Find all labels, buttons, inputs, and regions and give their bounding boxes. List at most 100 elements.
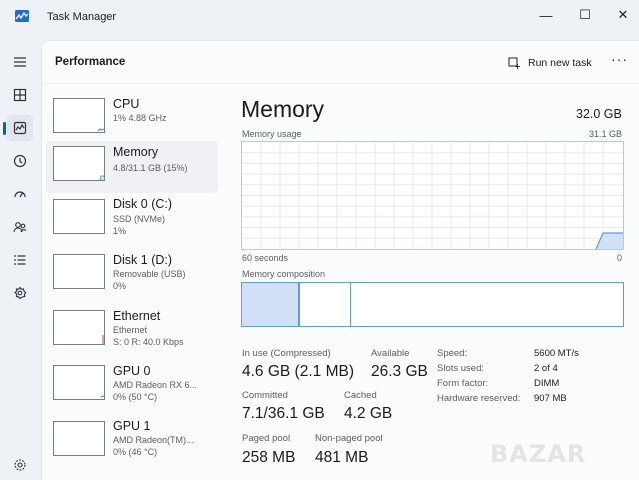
sidebar-item-disk-1[interactable]: Disk 1 (D:) Removable (USB) 0%	[46, 248, 218, 300]
committed-label: Committed	[242, 390, 288, 401]
sidebar-item-detail: Ethernet	[113, 325, 148, 335]
title-bar: Task Manager — ☐ ✕	[0, 0, 639, 38]
nav-services[interactable]	[7, 280, 33, 306]
available-label: Available	[371, 348, 410, 359]
services-icon	[14, 286, 27, 300]
window-title: Task Manager	[47, 11, 117, 23]
memory-usage-max: 31.1 GB	[589, 129, 623, 139]
speed-value: 5600 MT/s	[534, 348, 579, 359]
users-icon	[13, 222, 27, 233]
watermark-logo: BAZAR	[490, 440, 587, 468]
startup-icon	[14, 191, 26, 198]
sidebar-item-detail: AMD Radeon(TM)...	[113, 435, 194, 445]
sidebar-item-gpu-0[interactable]: GPU 0 AMD Radeon RX 6... 0% (50 °C)	[46, 359, 218, 411]
memory-usage-graph-canvas	[242, 142, 623, 250]
nav-settings[interactable]	[7, 452, 33, 478]
available-value: 26.3 GB	[371, 363, 428, 380]
sidebar-item-detail: 0% (46 °C)	[113, 447, 158, 457]
sidebar-item-label: Ethernet	[113, 309, 161, 323]
nav-users[interactable]	[7, 214, 33, 240]
app-history-icon	[13, 154, 27, 168]
in-use-label: In use (Compressed)	[242, 348, 331, 359]
composition-in-use	[242, 283, 300, 326]
gpu0-thumbnail-graph	[53, 365, 105, 400]
sidebar-item-detail: 0%	[113, 281, 127, 291]
paged-pool-value: 258 MB	[242, 449, 296, 466]
close-button[interactable]: ✕	[600, 0, 639, 30]
disk1-thumbnail-graph	[53, 254, 105, 289]
sidebar-item-detail: 0% (50 °C)	[113, 392, 158, 402]
nav-details[interactable]	[7, 247, 33, 273]
maximize-icon: ☐	[579, 7, 591, 22]
sidebar-item-memory[interactable]: Memory 4.8/31.1 GB (15%)	[46, 141, 218, 193]
sidebar-item-detail: Removable (USB)	[113, 269, 186, 279]
non-paged-pool-value: 481 MB	[315, 449, 369, 466]
run-task-icon	[508, 56, 520, 69]
sidebar-item-detail: 1%	[113, 226, 127, 236]
non-paged-pool-label: Non-paged pool	[315, 433, 383, 444]
composition-free	[352, 283, 623, 326]
sidebar-item-detail: 1% 4.88 GHz	[113, 113, 167, 123]
sidebar-item-label: Disk 1 (D:)	[113, 253, 173, 267]
sidebar-item-gpu-1[interactable]: GPU 1 AMD Radeon(TM)... 0% (46 °C)	[46, 415, 218, 467]
graph-time-left: 60 seconds	[242, 253, 289, 263]
settings-icon	[14, 459, 26, 471]
in-use-value: 4.6 GB (2.1 MB)	[242, 363, 354, 380]
form-factor-label: Form factor:	[437, 378, 489, 389]
ethernet-thumbnail-graph	[53, 310, 105, 345]
sidebar-item-detail: 4.8/31.1 GB (15%)	[113, 163, 188, 173]
slots-used-value: 2 of 4	[534, 363, 558, 374]
navigation-rail	[0, 40, 40, 480]
hamburger-menu-button[interactable]	[7, 49, 33, 75]
sidebar-item-ethernet[interactable]: Ethernet Ethernet S: 0 R: 40.0 Kbps	[46, 304, 218, 356]
graph-time-right: 0	[617, 253, 623, 263]
hardware-reserved-label: Hardware reserved:	[437, 393, 521, 404]
details-icon	[14, 255, 26, 265]
minimize-icon: —	[539, 7, 553, 23]
paged-pool-label: Paged pool	[242, 433, 291, 444]
sidebar-item-label: CPU	[113, 97, 140, 111]
sidebar-item-label: Memory	[113, 145, 159, 159]
nav-performance[interactable]	[3, 115, 33, 141]
sidebar-item-label: GPU 1	[113, 419, 151, 433]
main-content: Performance Run new task ··· CPU 1% 4.88…	[41, 40, 639, 480]
run-new-task-label: Run new task	[528, 57, 592, 69]
task-manager-app-icon	[15, 10, 29, 22]
more-options-icon[interactable]: ···	[611, 51, 628, 67]
cached-label: Cached	[344, 390, 377, 401]
processes-icon	[13, 88, 27, 102]
nav-app-history[interactable]	[7, 148, 33, 174]
cached-value: 4.2 GB	[344, 405, 393, 422]
sidebar-item-disk-0[interactable]: Disk 0 (C:) SSD (NVMe) 1%	[46, 193, 218, 245]
run-new-task-button[interactable]: Run new task	[508, 53, 592, 73]
speed-label: Speed:	[437, 348, 468, 359]
composition-standby	[302, 283, 351, 326]
selection-indicator	[3, 122, 6, 135]
sidebar-item-detail: S: 0 R: 40.0 Kbps	[113, 337, 184, 347]
performance-icon	[13, 121, 27, 135]
sidebar-item-label: Disk 0 (C:)	[113, 197, 173, 211]
sidebar-item-label: GPU 0	[113, 364, 151, 378]
close-icon: ✕	[617, 7, 629, 22]
disk0-thumbnail-graph	[53, 199, 105, 234]
sidebar-item-cpu[interactable]: CPU 1% 4.88 GHz	[46, 93, 218, 145]
gpu1-thumbnail-graph	[53, 421, 105, 456]
slots-used-label: Slots used:	[437, 363, 484, 374]
memory-composition-label: Memory composition	[242, 269, 326, 279]
memory-usage-label: Memory usage	[242, 129, 302, 139]
page-title: Performance	[55, 56, 126, 68]
cpu-thumbnail-graph	[53, 98, 105, 133]
memory-usage-graph	[241, 141, 624, 250]
memory-composition-bar	[241, 282, 624, 327]
nav-processes[interactable]	[7, 82, 33, 108]
memory-thumbnail-graph	[53, 146, 105, 181]
sidebar-item-detail: AMD Radeon RX 6...	[113, 380, 198, 390]
memory-total: 32.0 GB	[576, 107, 622, 121]
form-factor-value: DIMM	[534, 378, 560, 389]
nav-startup-apps[interactable]	[7, 181, 33, 207]
committed-value: 7.1/36.1 GB	[242, 405, 325, 422]
memory-heading: Memory	[241, 96, 325, 122]
sidebar-item-detail: SSD (NVMe)	[113, 214, 166, 224]
hamburger-icon	[14, 57, 26, 67]
header-divider	[42, 83, 639, 84]
